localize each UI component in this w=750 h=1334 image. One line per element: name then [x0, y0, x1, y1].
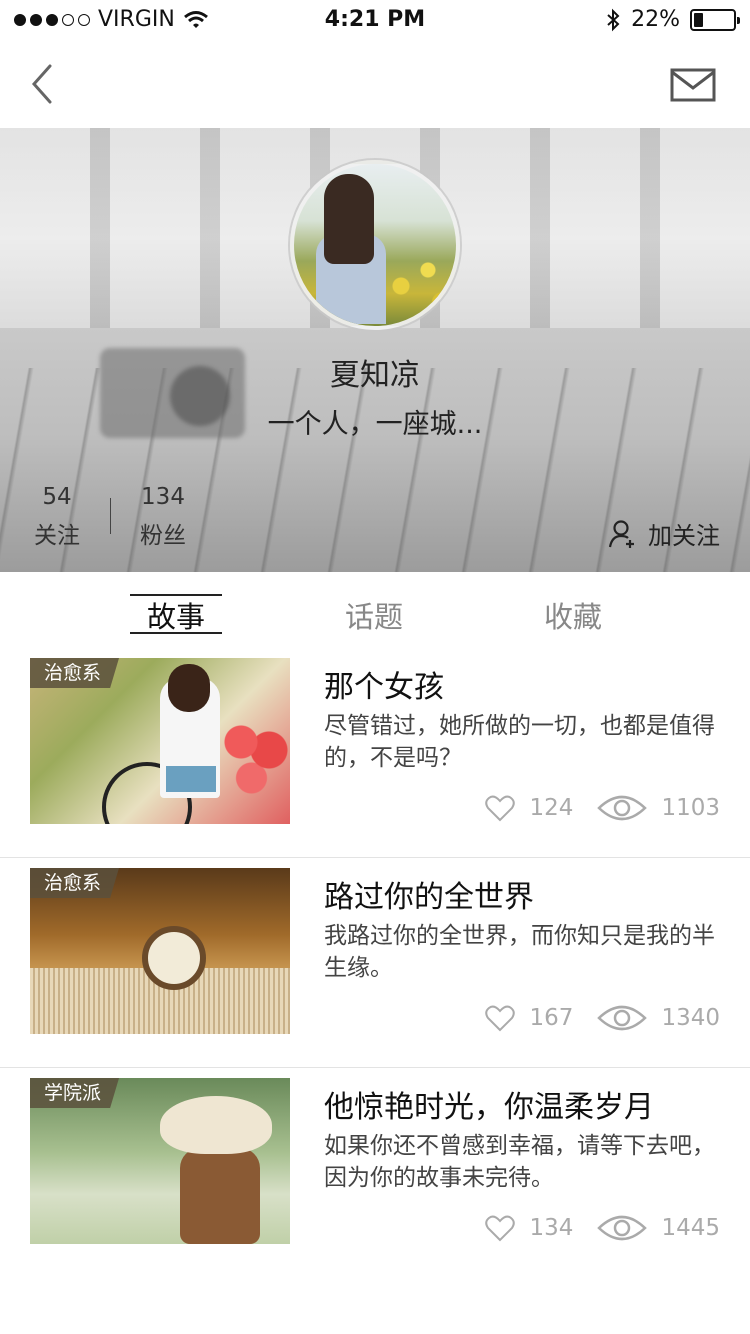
tab-stories[interactable]: 故事 [130, 594, 222, 636]
story-item[interactable]: 治愈系 路过你的全世界 我路过你的全世界，而你知只是我的半生缘。 167 134… [0, 858, 750, 1068]
like-count: 167 [529, 1005, 574, 1031]
fans-stat[interactable]: 134 粉丝 [136, 484, 190, 550]
story-title: 那个女孩 [324, 670, 444, 705]
view-count: 1445 [661, 1215, 720, 1241]
heart-icon[interactable] [485, 795, 516, 822]
view-count: 1340 [661, 1005, 720, 1031]
follow-button[interactable]: 加关注 [608, 516, 720, 551]
back-button[interactable] [22, 62, 62, 106]
like-count: 134 [529, 1215, 574, 1241]
story-stats: 167 1340 [485, 1004, 720, 1032]
story-description: 尽管错过，她所做的一切，也都是值得的，不是吗？ [324, 713, 715, 771]
status-bar: VIRGIN 4:21 PM 22% [0, 0, 750, 40]
fans-label: 粉丝 [140, 523, 186, 549]
eye-icon [597, 1215, 648, 1241]
story-thumbnail[interactable]: 治愈系 [30, 658, 290, 824]
story-description: 我路过你的全世界，而你知只是我的半生缘。 [324, 923, 715, 981]
tab-bar: 故事 话题 收藏 [0, 572, 750, 648]
story-title: 他惊艳时光，你温柔岁月 [324, 1090, 654, 1125]
battery-icon [690, 8, 740, 31]
tab-favorites[interactable]: 收藏 [527, 594, 619, 636]
nav-bar [0, 40, 750, 128]
mail-icon [670, 68, 716, 102]
story-title: 路过你的全世界 [324, 880, 534, 915]
fans-count: 134 [141, 484, 185, 510]
story-thumbnail[interactable]: 治愈系 [30, 868, 290, 1034]
battery-percent: 22% [631, 7, 680, 32]
follow-button-label: 加关注 [648, 522, 720, 550]
story-tag: 治愈系 [30, 868, 120, 898]
heart-icon[interactable] [485, 1005, 516, 1032]
chevron-left-icon [31, 64, 52, 104]
active-tab-indicator [130, 632, 222, 634]
story-item[interactable]: 治愈系 那个女孩 尽管错过，她所做的一切，也都是值得的，不是吗？ 124 110… [0, 648, 750, 858]
story-thumbnail[interactable]: 学院派 [30, 1078, 290, 1244]
profile-header: 夏知凉 一个人，一座城... 54 关注 134 粉丝 加关注 [0, 128, 750, 572]
status-right: 22% [605, 7, 740, 32]
eye-icon [597, 1005, 648, 1031]
profile-bio: 一个人，一座城... [267, 409, 483, 440]
story-tag: 治愈系 [30, 658, 120, 688]
following-count: 54 [42, 484, 72, 510]
like-count: 124 [529, 795, 574, 821]
tab-topics[interactable]: 话题 [328, 594, 420, 636]
view-count: 1103 [661, 795, 720, 821]
stat-divider [110, 498, 111, 534]
story-stats: 124 1103 [485, 794, 720, 822]
avatar[interactable] [290, 160, 460, 330]
story-item[interactable]: 学院派 他惊艳时光，你温柔岁月 如果你还不曾感到幸福，请等下去吧，因为你的故事未… [0, 1068, 750, 1278]
profile-name: 夏知凉 [330, 358, 420, 393]
following-label: 关注 [34, 523, 80, 549]
following-stat[interactable]: 54 关注 [30, 484, 84, 550]
story-description: 如果你还不曾感到幸福，请等下去吧，因为你的故事未完待。 [324, 1133, 715, 1191]
eye-icon [597, 795, 648, 821]
add-user-icon [608, 519, 634, 548]
mail-button[interactable] [670, 68, 716, 102]
bluetooth-icon [607, 8, 620, 31]
story-stats: 134 1445 [485, 1214, 720, 1242]
story-tag: 学院派 [30, 1078, 120, 1108]
heart-icon[interactable] [485, 1215, 516, 1242]
